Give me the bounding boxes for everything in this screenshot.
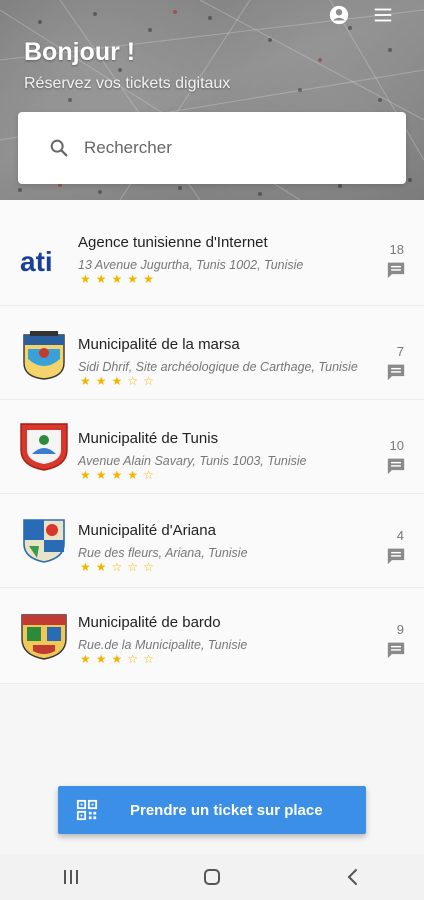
svg-text:ati: ati [20,246,53,277]
agency-address: Rue des fleurs, Ariana, Tunisie [78,546,248,560]
rating-stars: ★ ★ ★ ★ ★ [80,272,154,286]
back-icon[interactable] [333,862,373,892]
ticket-count: 10 [389,438,404,453]
list-item[interactable]: Municipalité de la marsa Sidi Dhrif, Sit… [0,306,424,400]
home-icon[interactable] [192,862,232,892]
list-item[interactable]: Municipalité d'Ariana Rue des fleurs, Ar… [0,494,424,588]
marsa-crest [18,329,70,381]
rating-stars: ★ ★ ★ ☆ ☆ [80,652,154,666]
rating-stars: ★ ★ ★ ☆ ☆ [80,374,154,388]
system-nav-bar [0,854,424,900]
ticket-count: 9 [396,622,404,637]
agency-name: Agence tunisienne d'Internet [78,234,268,251]
search-bar[interactable]: Rechercher [18,112,406,184]
rating-stars: ★ ★ ☆ ☆ ☆ [80,560,154,574]
agency-address: Avenue Alain Savary, Tunis 1003, Tunisie [78,454,307,468]
take-ticket-label: Prendre un ticket sur place [130,801,323,819]
agency-name: Municipalité de la marsa [78,336,240,353]
list-item[interactable]: Municipalité de Tunis Avenue Alain Savar… [0,400,424,494]
search-icon [50,139,68,157]
qr-code-icon [76,799,98,821]
comment-icon[interactable] [386,363,406,381]
agency-name: Municipalité de Tunis [78,430,219,447]
agency-name: Municipalité d'Ariana [78,522,216,539]
tunis-crest [18,420,70,472]
list-item[interactable]: Municipalité de bardo Rue.de la Municipa… [0,588,424,684]
agency-name: Municipalité de bardo [78,614,221,631]
comment-icon[interactable] [386,261,406,279]
comment-icon[interactable] [386,457,406,475]
ariana-crest [18,514,70,566]
ticket-count: 4 [396,528,404,543]
comment-icon[interactable] [386,547,406,565]
take-ticket-button[interactable]: Prendre un ticket sur place [58,786,366,834]
bardo-crest [18,610,70,662]
recent-apps-icon[interactable] [51,862,91,892]
ticket-count: 18 [389,242,404,257]
ati-logo: ati [18,234,70,286]
ticket-count: 7 [396,344,404,359]
agency-list: ati Agence tunisienne d'Internet 13 Aven… [0,200,424,684]
rating-stars: ★ ★ ★ ★ ☆ [80,468,154,482]
menu-icon[interactable] [372,4,394,26]
account-icon[interactable] [328,4,350,26]
greeting-subtitle: Réservez vos tickets digitaux [24,75,231,92]
agency-address: Sidi Dhrif, Site archéologique de Cartha… [78,360,358,374]
search-placeholder: Rechercher [84,138,172,157]
greeting-title: Bonjour ! [24,38,136,66]
agency-address: 13 Avenue Jugurtha, Tunis 1002, Tunisie [78,258,304,272]
hero-banner: Bonjour ! Réservez vos tickets digitaux … [0,0,424,200]
comment-icon[interactable] [386,641,406,659]
agency-address: Rue.de la Municipalite, Tunisie [78,638,248,652]
list-item[interactable]: ati Agence tunisienne d'Internet 13 Aven… [0,200,424,306]
